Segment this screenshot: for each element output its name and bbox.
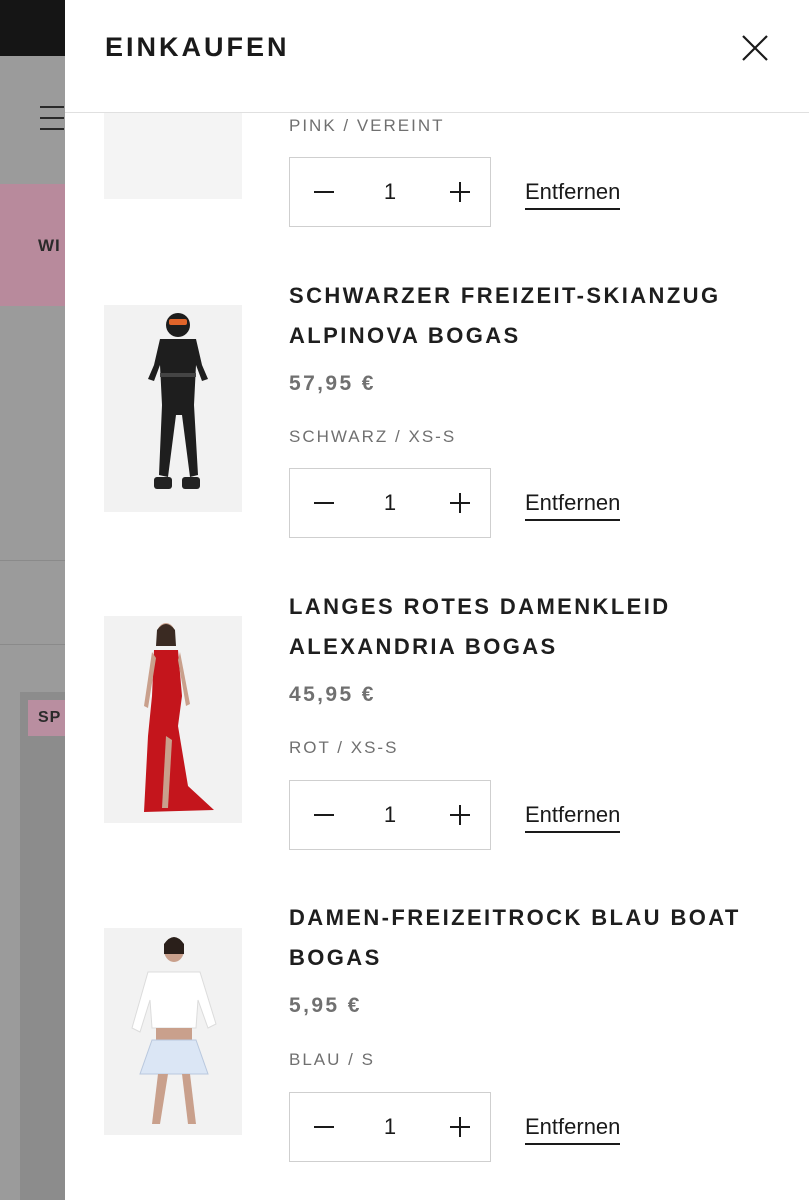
background-badge: SP — [28, 700, 68, 736]
quantity-stepper: 1 — [289, 157, 491, 227]
product-price: 57,95 € — [289, 372, 376, 395]
quantity-stepper: 1 — [289, 468, 491, 538]
increase-quantity-button[interactable] — [426, 469, 490, 537]
quantity-value[interactable]: 1 — [354, 781, 426, 849]
product-price: 45,95 € — [289, 683, 376, 706]
background-divider — [0, 560, 70, 561]
product-name[interactable]: LANGES ROTES DAMENKLEID ALEXANDRIA BOGAS — [289, 587, 759, 667]
product-variant: ROT / XS-S — [289, 738, 399, 757]
cart-drawer: PINK / VEREINT 1 Entfernen SCHWARZER FRE… — [65, 0, 809, 1200]
quantity-value[interactable]: 1 — [354, 158, 426, 226]
quantity-value[interactable]: 1 — [354, 469, 426, 537]
product-price: 5,95 € — [289, 994, 362, 1017]
remove-item-button[interactable]: Entfernen — [525, 802, 621, 833]
decrease-quantity-button[interactable] — [290, 158, 354, 226]
remove-item-button[interactable]: Entfernen — [525, 490, 621, 521]
remove-item-button[interactable]: Entfernen — [525, 1114, 621, 1145]
close-button[interactable] — [739, 32, 771, 64]
product-name[interactable]: DAMEN-FREIZEITROCK BLAU BOAT BOGAS — [289, 898, 759, 978]
background-promo-banner: WI — [0, 184, 70, 306]
menu-icon — [40, 106, 64, 134]
product-thumbnail[interactable] — [104, 305, 242, 512]
increase-quantity-button[interactable] — [426, 158, 490, 226]
increase-quantity-button[interactable] — [426, 1093, 490, 1161]
background-banner-text: WI — [38, 236, 61, 255]
remove-item-button[interactable]: Entfernen — [525, 179, 621, 210]
background-badge-text: SP — [38, 709, 62, 726]
decrease-quantity-button[interactable] — [290, 781, 354, 849]
product-variant: BLAU / S — [289, 1050, 375, 1069]
product-variant: SCHWARZ / XS-S — [289, 427, 457, 446]
drawer-title: EINKAUFEN — [105, 32, 290, 62]
quantity-stepper: 1 — [289, 1092, 491, 1162]
decrease-quantity-button[interactable] — [290, 1093, 354, 1161]
quantity-value[interactable]: 1 — [354, 1093, 426, 1161]
drawer-header: EINKAUFEN — [65, 0, 809, 113]
close-icon[interactable] — [739, 32, 771, 64]
decrease-quantity-button[interactable] — [290, 469, 354, 537]
increase-quantity-button[interactable] — [426, 781, 490, 849]
product-thumbnail[interactable] — [104, 616, 242, 823]
product-variant: PINK / VEREINT — [289, 116, 445, 135]
product-name[interactable]: SCHWARZER FREIZEIT-SKIANZUG ALPINOVA BOG… — [289, 276, 759, 356]
background-divider — [0, 644, 70, 645]
product-thumbnail[interactable] — [104, 928, 242, 1135]
quantity-stepper: 1 — [289, 780, 491, 850]
